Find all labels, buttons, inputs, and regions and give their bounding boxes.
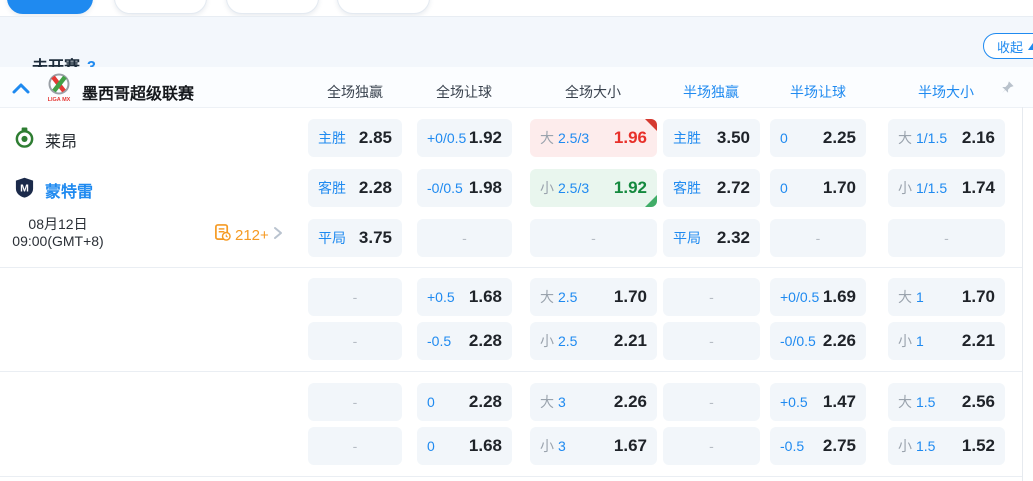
odds-cell-empty: - xyxy=(530,219,657,257)
odds-cell-half-under-alt[interactable]: 小 1 2.21 xyxy=(888,322,1005,360)
more-markets-count: 212+ xyxy=(235,226,269,244)
league-logo-icon: LIGA MX xyxy=(46,73,72,107)
odds-cell-half-over-alt2[interactable]: 大 1.5 2.56 xyxy=(888,383,1005,421)
caret-up-icon xyxy=(1028,42,1033,50)
odds-cell-full-handicap-home[interactable]: +0/0.5 1.92 xyxy=(417,119,512,157)
odds-cell-full-handicap-away-alt[interactable]: -0.5 2.28 xyxy=(417,322,512,360)
odds-cell-empty: - xyxy=(663,427,760,465)
column-header-half-win: 半场独赢 xyxy=(683,84,739,100)
column-header-full-win: 全场独赢 xyxy=(327,84,383,100)
odds-up-indicator xyxy=(645,119,657,131)
odds-cell-full-under-alt2[interactable]: 小 3 1.67 xyxy=(530,427,657,465)
tab-pill[interactable] xyxy=(337,0,430,14)
odds-down-indicator xyxy=(645,195,657,207)
more-markets-link[interactable]: 212+ xyxy=(214,224,283,246)
odds-cell-empty: - xyxy=(308,322,402,360)
odds-cell-half-handicap-home[interactable]: 0 2.25 xyxy=(770,119,866,157)
odds-cell-half-handicap-home-alt2[interactable]: +0.5 1.47 xyxy=(770,383,866,421)
odds-cell-half-handicap-away-alt2[interactable]: -0.5 2.75 xyxy=(770,427,866,465)
chevron-up-icon[interactable] xyxy=(11,81,31,100)
svg-text:LIGA MX: LIGA MX xyxy=(48,97,71,102)
column-header-half-handicap: 半场让球 xyxy=(790,84,846,100)
odds-cell-full-handicap-home-alt[interactable]: +0.5 1.68 xyxy=(417,278,512,316)
odds-cell-full-over-alt[interactable]: 大 2.5 1.70 xyxy=(530,278,657,316)
column-header-full-ou: 全场大小 xyxy=(565,84,621,100)
home-team-name: 莱昂 xyxy=(45,134,78,151)
tab-pill[interactable] xyxy=(114,0,207,14)
row-group-divider xyxy=(0,476,1022,477)
pin-icon[interactable] xyxy=(1000,80,1015,100)
away-team-name: 蒙特雷 xyxy=(45,184,94,201)
odds-page: 未开赛3 收起 LIGA MX 墨西哥超级联赛 全场独赢 全场让球 全场大小 半… xyxy=(0,0,1033,481)
odds-cell-half-over-alt[interactable]: 大 1 1.70 xyxy=(888,278,1005,316)
odds-cell-empty: - xyxy=(770,219,866,257)
odds-cell-full-over[interactable]: 大 2.5/3 1.96 xyxy=(530,119,657,157)
odds-cell-half-under[interactable]: 小 1/1.5 1.74 xyxy=(888,169,1005,207)
odds-cell-half-draw[interactable]: 平局 2.32 xyxy=(663,219,760,257)
odds-cell-half-handicap-home-alt[interactable]: +0/0.5 1.69 xyxy=(770,278,866,316)
status-band: 未开赛3 xyxy=(0,17,1033,76)
odds-cell-full-handicap-home-alt2[interactable]: 0 2.28 xyxy=(417,383,512,421)
odds-cell-full-draw[interactable]: 平局 3.75 xyxy=(308,219,402,257)
markets-stats-icon xyxy=(214,224,231,246)
away-team-crest-icon: M xyxy=(14,177,35,203)
odds-cell-empty: - xyxy=(308,383,402,421)
tab-pill[interactable] xyxy=(226,0,319,14)
odds-cell-full-win-away[interactable]: 客胜 2.28 xyxy=(308,169,402,207)
odds-cell-full-over-alt2[interactable]: 大 3 2.26 xyxy=(530,383,657,421)
svg-text:M: M xyxy=(20,182,29,194)
odds-cell-full-handicap-away[interactable]: -0/0.5 1.98 xyxy=(417,169,512,207)
odds-cell-full-under[interactable]: 小 2.5/3 1.92 xyxy=(530,169,657,207)
odds-cell-empty: - xyxy=(663,322,760,360)
away-team[interactable]: M 蒙特雷 xyxy=(14,177,93,203)
column-header-full-handicap: 全场让球 xyxy=(436,84,492,100)
tab-pill-active[interactable] xyxy=(7,0,93,14)
odds-cell-half-handicap-away[interactable]: 0 1.70 xyxy=(770,169,866,207)
odds-cell-empty: - xyxy=(308,427,402,465)
match-date: 08月12日 xyxy=(28,216,88,232)
odds-cell-empty: - xyxy=(663,383,760,421)
odds-cell-full-under-alt[interactable]: 小 2.5 2.21 xyxy=(530,322,657,360)
scroll-track[interactable] xyxy=(1022,107,1023,481)
odds-cell-empty: - xyxy=(663,278,760,316)
odds-cell-empty: - xyxy=(308,278,402,316)
odds-cell-half-win-away[interactable]: 客胜 2.72 xyxy=(663,169,760,207)
match-start-time: 09:00(GMT+8) xyxy=(12,233,104,249)
home-team-crest-icon xyxy=(14,127,35,153)
odds-cell-half-under-alt2[interactable]: 小 1.5 1.52 xyxy=(888,427,1005,465)
column-header-half-ou: 半场大小 xyxy=(918,84,974,100)
match-datetime: 08月12日 09:00(GMT+8) xyxy=(0,216,116,250)
home-team[interactable]: 莱昂 xyxy=(14,127,77,153)
odds-cell-half-handicap-away-alt[interactable]: -0/0.5 2.26 xyxy=(770,322,866,360)
odds-cell-full-win-home[interactable]: 主胜 2.85 xyxy=(308,119,402,157)
odds-cell-full-handicap-away-alt2[interactable]: 0 1.68 xyxy=(417,427,512,465)
collapse-button[interactable]: 收起 xyxy=(983,33,1033,59)
row-group-divider xyxy=(0,371,1022,372)
odds-cell-half-win-home[interactable]: 主胜 3.50 xyxy=(663,119,760,157)
row-group-divider xyxy=(0,267,1022,268)
odds-cell-empty: - xyxy=(888,219,1005,257)
chevron-right-icon xyxy=(273,226,283,245)
collapse-label: 收起 xyxy=(997,39,1024,55)
odds-cell-half-over[interactable]: 大 1/1.5 2.16 xyxy=(888,119,1005,157)
league-name: 墨西哥超级联赛 xyxy=(82,86,195,103)
odds-cell-empty: - xyxy=(417,219,512,257)
